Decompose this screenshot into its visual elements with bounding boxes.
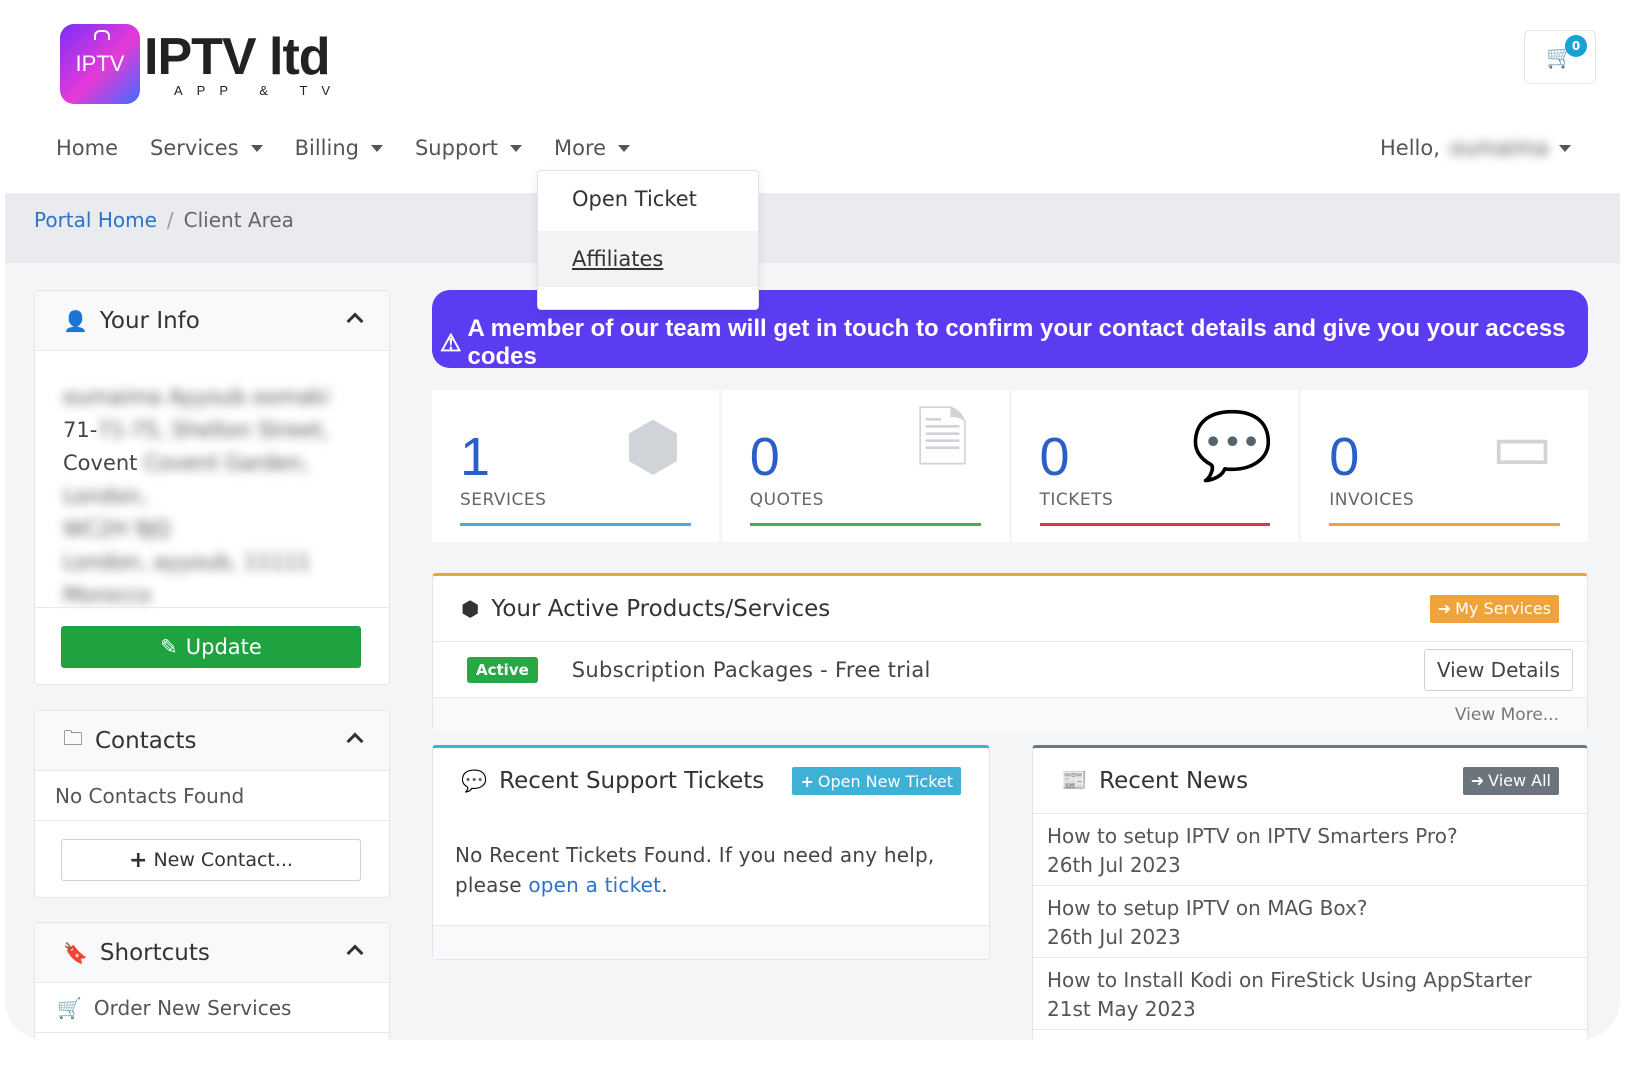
tickets-empty-message: No Recent Tickets Found. If you need any…: [455, 843, 935, 897]
shortcuts-header[interactable]: 🔖 Shortcuts: [35, 923, 389, 983]
news-item[interactable]: How to Install Kodi on FireStick Using A…: [1033, 958, 1587, 1030]
cube-icon: ⬢: [461, 596, 480, 621]
folder-icon: 🗀: [63, 725, 83, 750]
contacts-header[interactable]: 🗀 Contacts: [35, 711, 389, 771]
hello-prefix: Hello,: [1380, 136, 1440, 160]
caret-down-icon: [618, 144, 631, 152]
info-line: 71-71-75, Shelton Street,: [63, 418, 329, 442]
breadcrumb-home-link[interactable]: Portal Home: [34, 208, 157, 232]
news-item[interactable]: How to setup IPTV on MAG Box? 26th Jul 2…: [1033, 886, 1587, 958]
stat-tickets[interactable]: 💬 0 TICKETS: [1011, 390, 1299, 542]
info-line: oumaima Ayyoub oomaki: [63, 385, 330, 409]
contacts-card: 🗀 Contacts No Contacts Found + New Conta…: [34, 710, 390, 898]
news-date: 26th Jul 2023: [1047, 925, 1181, 949]
stat-underline: [1039, 523, 1271, 526]
nav-more[interactable]: More: [554, 136, 631, 160]
nav-home[interactable]: Home: [56, 136, 118, 160]
chevron-up-icon[interactable]: [346, 308, 364, 333]
stat-quotes[interactable]: 🗎 0 QUOTES: [721, 390, 1009, 542]
open-ticket-link[interactable]: open a ticket: [528, 873, 661, 897]
caret-down-icon: [370, 144, 383, 152]
caret-down-icon: [1558, 144, 1571, 152]
chevron-up-icon[interactable]: [346, 728, 364, 753]
arrow-right-icon: ➜: [1470, 771, 1485, 790]
stat-underline: [749, 523, 981, 526]
user-menu[interactable]: Hello, oumaima: [1380, 136, 1571, 160]
view-all-news-button[interactable]: ➜ View All: [1462, 766, 1559, 795]
your-info-card: 👤 Your Info oumaima Ayyoub oomaki 71-71-…: [34, 290, 390, 685]
tickets-footer: [433, 925, 989, 959]
my-services-button[interactable]: ➜ My Services: [1429, 594, 1559, 623]
recent-tickets-header: 💬 Recent Support Tickets + Open New Tick…: [433, 748, 989, 814]
alert-text: A member of our team will get in touch t…: [467, 315, 1566, 370]
news-title: How to setup IPTV on IPTV Smarters Pro?: [1047, 824, 1458, 848]
new-contact-button[interactable]: + New Contact...: [61, 839, 361, 881]
info-line: WC2H 9JQ: [63, 517, 171, 541]
document-icon: 🗎: [915, 399, 970, 477]
pencil-icon: ✎: [160, 635, 178, 659]
stat-underline: [1329, 523, 1560, 526]
contacts-empty-text: No Contacts Found: [35, 771, 389, 821]
caret-down-icon: [509, 144, 522, 152]
your-info-header[interactable]: 👤 Your Info: [35, 291, 389, 351]
arrow-right-icon: ➜: [1437, 599, 1452, 618]
bookmark-icon: 🔖: [63, 940, 88, 965]
cart-button[interactable]: 🛒 0: [1524, 30, 1596, 84]
more-dropdown-menu: Open Ticket Affiliates: [537, 170, 759, 310]
recent-tickets-panel: 💬 Recent Support Tickets + Open New Tick…: [432, 745, 990, 960]
shortcut-order-new-services[interactable]: 🛒 Order New Services: [35, 983, 389, 1033]
view-more-link[interactable]: View More...: [433, 698, 1587, 732]
info-line: Covent Covent Garden, London,: [63, 451, 309, 508]
news-title: How to Install Kodi on FireStick Using A…: [1047, 968, 1532, 992]
active-products-panel: ⬢ Your Active Products/Services ➜ My Ser…: [432, 573, 1588, 732]
news-title: How to setup IPTV on MAG Box?: [1047, 896, 1368, 920]
recent-news-header: 📰 Recent News ➜ View All: [1033, 748, 1587, 814]
caret-down-icon: [250, 144, 263, 152]
breadcrumb: Portal Home / Client Area: [34, 208, 294, 232]
user-icon: 👤: [63, 308, 88, 333]
recent-news-panel: 📰 Recent News ➜ View All How to setup IP…: [1032, 745, 1588, 1040]
product-row[interactable]: Active Subscription Packages - Free tria…: [433, 642, 1587, 698]
warning-icon: ⚠: [440, 329, 462, 357]
update-button[interactable]: ✎ Update: [61, 626, 361, 668]
comments-icon: 💬: [461, 768, 488, 793]
breadcrumb-current: Client Area: [183, 208, 294, 232]
plus-icon: +: [129, 847, 148, 873]
news-date: 26th Jul 2023: [1047, 853, 1181, 877]
stats-row: ⬢ 1 SERVICES 🗎 0 QUOTES 💬 0 TICKETS ▭ 0 …: [432, 390, 1588, 542]
chat-icon: 💬: [1191, 407, 1274, 484]
menu-item-affiliates[interactable]: Affiliates: [538, 231, 758, 287]
nav-services[interactable]: Services: [150, 136, 263, 160]
cart-count-badge: 0: [1565, 35, 1587, 57]
logo-tv-icon: IPTV: [60, 24, 140, 104]
status-badge: Active: [467, 656, 538, 683]
your-info-address: oumaima Ayyoub oomaki 71-71-75, Shelton …: [35, 351, 389, 642]
menu-item-open-ticket[interactable]: Open Ticket: [538, 171, 758, 227]
nav-support[interactable]: Support: [415, 136, 522, 160]
view-details-button[interactable]: View Details: [1423, 648, 1573, 691]
main-nav: Home Services Billing Support More: [56, 136, 662, 160]
product-name: Subscription Packages - Free trial: [571, 657, 931, 682]
plus-icon: +: [800, 771, 814, 791]
news-item[interactable]: How to setup IPTV on IPTV Smarters Pro? …: [1033, 814, 1587, 886]
box-icon: ⬢: [623, 407, 682, 485]
cart-icon: 🛒: [57, 995, 82, 1020]
logo-title: IPTV ltd: [144, 27, 331, 86]
breadcrumb-separator: /: [166, 208, 174, 232]
brand-logo[interactable]: IPTV IPTV ltd APP & TV: [60, 24, 344, 104]
chevron-up-icon[interactable]: [346, 940, 364, 965]
newspaper-icon: 📰: [1061, 768, 1088, 792]
user-name: oumaima: [1449, 136, 1549, 160]
logo-subtitle: APP & TV: [174, 82, 345, 98]
nav-billing[interactable]: Billing: [295, 136, 383, 160]
open-new-ticket-button[interactable]: + Open New Ticket: [792, 767, 961, 795]
stat-services[interactable]: ⬢ 1 SERVICES: [432, 390, 719, 542]
news-date: 21st May 2023: [1047, 997, 1196, 1021]
active-products-header: ⬢ Your Active Products/Services ➜ My Ser…: [433, 576, 1587, 642]
credit-card-icon: ▭: [1490, 407, 1554, 485]
info-line: London, ayyoub, 11111: [63, 550, 311, 574]
stat-invoices[interactable]: ▭ 0 INVOICES: [1301, 390, 1588, 542]
shortcuts-card: 🔖 Shortcuts 🛒 Order New Services: [34, 922, 390, 1040]
stat-underline: [460, 523, 691, 526]
